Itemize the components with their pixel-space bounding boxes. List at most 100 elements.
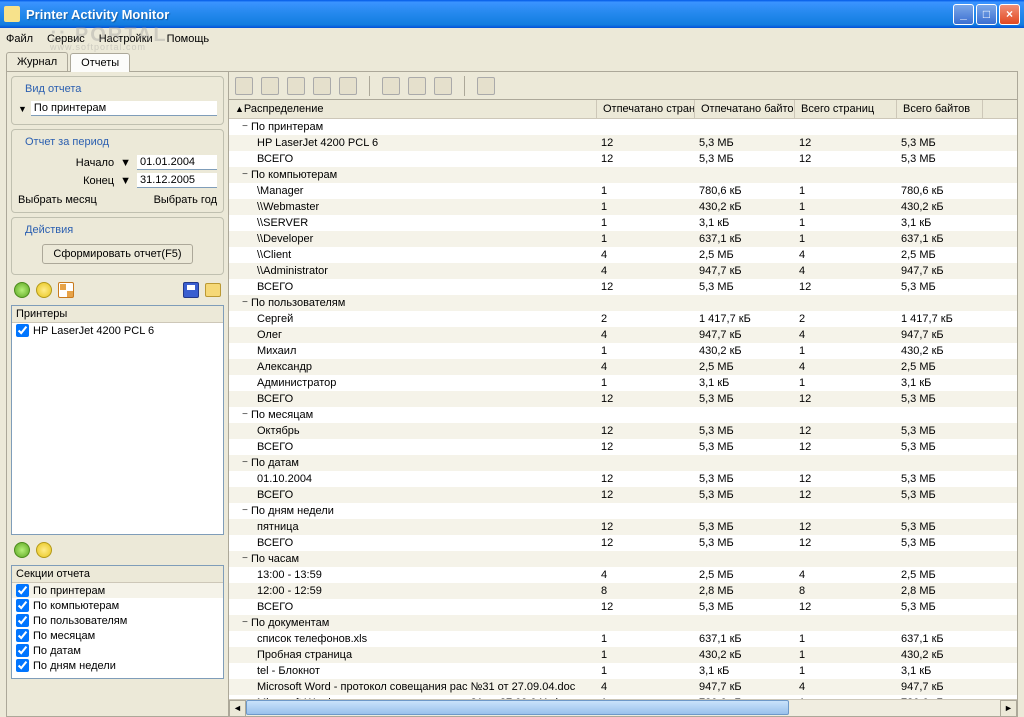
group-row[interactable]: −По принтерам — [229, 119, 1017, 135]
table-row[interactable]: Олег4947,7 кБ4947,7 кБ — [229, 327, 1017, 343]
column-header[interactable]: Всего байтов — [897, 100, 983, 118]
tb-print-icon[interactable] — [408, 77, 426, 95]
table-row[interactable]: Александр42,5 МБ42,5 МБ — [229, 359, 1017, 375]
table-row[interactable]: список телефонов.xls1637,1 кБ1637,1 кБ — [229, 631, 1017, 647]
edit-icon[interactable] — [36, 542, 52, 558]
tb-zoom-icon[interactable] — [477, 77, 495, 95]
list-item[interactable]: По принтерам — [12, 583, 223, 598]
menu-service[interactable]: Сервис — [47, 33, 85, 45]
section-checkbox[interactable] — [16, 584, 29, 597]
collapse-icon[interactable]: − — [239, 298, 251, 309]
grid-body[interactable]: −По принтерамHP LaserJet 4200 PCL 6125,3… — [229, 119, 1017, 699]
section-checkbox[interactable] — [16, 659, 29, 672]
table-row[interactable]: ВСЕГО125,3 МБ125,3 МБ — [229, 487, 1017, 503]
group-row[interactable]: −По дням недели — [229, 503, 1017, 519]
table-row[interactable]: ВСЕГО125,3 МБ125,3 МБ — [229, 391, 1017, 407]
maximize-button[interactable]: □ — [976, 4, 997, 25]
table-row[interactable]: 12:00 - 12:5982,8 МБ82,8 МБ — [229, 583, 1017, 599]
table-row[interactable]: ВСЕГО125,3 МБ125,3 МБ — [229, 599, 1017, 615]
list-item[interactable]: По датам — [12, 643, 223, 658]
tb-icon[interactable] — [287, 77, 305, 95]
table-row[interactable]: Пробная страница1430,2 кБ1430,2 кБ — [229, 647, 1017, 663]
table-row[interactable]: tel - Блокнот13,1 кБ13,1 кБ — [229, 663, 1017, 679]
column-header[interactable]: Отпечатано байто — [695, 100, 795, 118]
table-row[interactable]: ВСЕГО125,3 МБ125,3 МБ — [229, 151, 1017, 167]
menu-settings[interactable]: Настройки — [99, 33, 153, 45]
list-item[interactable]: По компьютерам — [12, 598, 223, 613]
section-checkbox[interactable] — [16, 614, 29, 627]
group-row[interactable]: −По документам — [229, 615, 1017, 631]
start-date[interactable]: 01.01.2004 — [137, 155, 217, 170]
scroll-left-icon[interactable]: ◄ — [229, 700, 246, 717]
table-row[interactable]: \\Webmaster1430,2 кБ1430,2 кБ — [229, 199, 1017, 215]
add-icon[interactable] — [14, 282, 30, 298]
collapse-icon[interactable]: − — [239, 506, 251, 517]
save-icon[interactable] — [183, 282, 199, 298]
report-type-combo[interactable]: ▼ По принтерам — [18, 101, 217, 116]
table-row[interactable]: Октябрь125,3 МБ125,3 МБ — [229, 423, 1017, 439]
edit-icon[interactable] — [36, 282, 52, 298]
group-row[interactable]: −По датам — [229, 455, 1017, 471]
collapse-icon[interactable]: − — [239, 170, 251, 181]
collapse-icon[interactable]: − — [239, 554, 251, 565]
dropdown-icon[interactable]: ▼ — [120, 175, 131, 187]
column-header[interactable]: Отпечатано стран — [597, 100, 695, 118]
table-row[interactable]: Сергей21 417,7 кБ21 417,7 кБ — [229, 311, 1017, 327]
section-checkbox[interactable] — [16, 629, 29, 642]
close-button[interactable]: × — [999, 4, 1020, 25]
tb-icon[interactable] — [235, 77, 253, 95]
table-row[interactable]: Администратор13,1 кБ13,1 кБ — [229, 375, 1017, 391]
table-row[interactable]: пятница125,3 МБ125,3 МБ — [229, 519, 1017, 535]
printer-checkbox[interactable] — [16, 324, 29, 337]
build-report-button[interactable]: Сформировать отчет(F5) — [42, 244, 192, 264]
tb-icon[interactable] — [339, 77, 357, 95]
sections-list[interactable]: Секции отчета По принтерамПо компьютерам… — [11, 565, 224, 679]
section-checkbox[interactable] — [16, 599, 29, 612]
table-row[interactable]: \\Administrator4947,7 кБ4947,7 кБ — [229, 263, 1017, 279]
list-item[interactable]: HP LaserJet 4200 PCL 6 — [12, 323, 223, 338]
group-row[interactable]: −По компьютерам — [229, 167, 1017, 183]
column-header[interactable]: Всего страниц — [795, 100, 897, 118]
grid-icon[interactable] — [58, 282, 74, 298]
group-row[interactable]: −По пользователям — [229, 295, 1017, 311]
menu-file[interactable]: Файл — [6, 33, 33, 45]
list-item[interactable]: По дням недели — [12, 658, 223, 673]
table-row[interactable]: ВСЕГО125,3 МБ125,3 МБ — [229, 535, 1017, 551]
select-month-button[interactable]: Выбрать месяц — [18, 194, 97, 206]
minimize-button[interactable]: _ — [953, 4, 974, 25]
tab-journal[interactable]: Журнал — [6, 52, 68, 71]
table-row[interactable]: \\Client42,5 МБ42,5 МБ — [229, 247, 1017, 263]
collapse-icon[interactable]: − — [239, 618, 251, 629]
printers-list[interactable]: Принтеры HP LaserJet 4200 PCL 6 — [11, 305, 224, 535]
group-row[interactable]: −По месяцам — [229, 407, 1017, 423]
tb-printer-icon[interactable] — [434, 77, 452, 95]
horizontal-scrollbar[interactable]: ◄ ► — [229, 699, 1017, 716]
list-item[interactable]: По пользователям — [12, 613, 223, 628]
table-row[interactable]: Microsoft Word - протокол совещания рас … — [229, 679, 1017, 695]
table-row[interactable]: 01.10.2004125,3 МБ125,3 МБ — [229, 471, 1017, 487]
column-header[interactable]: ▲Распределение — [229, 100, 597, 118]
table-row[interactable]: \\SERVER13,1 кБ13,1 кБ — [229, 215, 1017, 231]
table-row[interactable]: ВСЕГО125,3 МБ125,3 МБ — [229, 439, 1017, 455]
table-row[interactable]: ВСЕГО125,3 МБ125,3 МБ — [229, 279, 1017, 295]
dropdown-icon[interactable]: ▼ — [120, 157, 131, 169]
table-row[interactable]: \Manager1780,6 кБ1780,6 кБ — [229, 183, 1017, 199]
end-date[interactable]: 31.12.2005 — [137, 173, 217, 188]
tb-icon[interactable] — [313, 77, 331, 95]
tb-icon[interactable] — [261, 77, 279, 95]
collapse-icon[interactable]: − — [239, 458, 251, 469]
table-row[interactable]: HP LaserJet 4200 PCL 6125,3 МБ125,3 МБ — [229, 135, 1017, 151]
add-icon[interactable] — [14, 542, 30, 558]
menu-help[interactable]: Помощь — [167, 33, 210, 45]
collapse-icon[interactable]: − — [239, 122, 251, 133]
section-checkbox[interactable] — [16, 644, 29, 657]
table-row[interactable]: \\Developer1637,1 кБ1637,1 кБ — [229, 231, 1017, 247]
scroll-thumb[interactable] — [246, 700, 789, 715]
scroll-right-icon[interactable]: ► — [1000, 700, 1017, 717]
list-item[interactable]: По месяцам — [12, 628, 223, 643]
table-row[interactable]: Михаил1430,2 кБ1430,2 кБ — [229, 343, 1017, 359]
tb-save-icon[interactable] — [382, 77, 400, 95]
table-row[interactable]: 13:00 - 13:5942,5 МБ42,5 МБ — [229, 567, 1017, 583]
select-year-button[interactable]: Выбрать год — [154, 194, 217, 206]
tab-reports[interactable]: Отчеты — [70, 53, 130, 72]
